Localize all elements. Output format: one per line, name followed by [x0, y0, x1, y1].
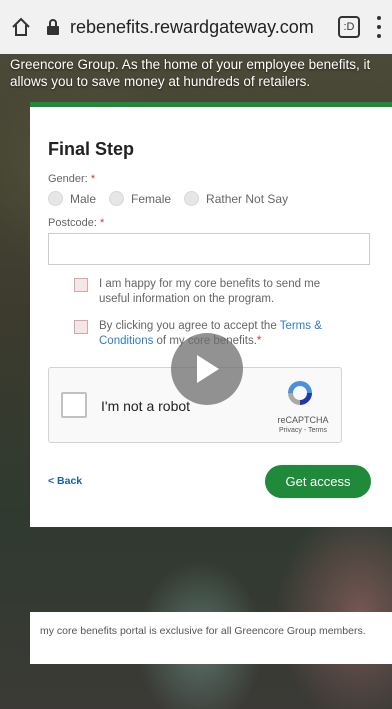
radio-button[interactable] — [48, 191, 63, 206]
recaptcha-label: I'm not a robot — [101, 398, 191, 414]
gender-label: Gender: * — [48, 173, 95, 185]
video-play-button[interactable] — [171, 333, 243, 405]
lock-icon — [47, 19, 59, 35]
info-opt-in-text: I am happy for my core benefits to send … — [99, 278, 321, 305]
more-menu-icon[interactable] — [376, 16, 382, 38]
page-title: Final Step — [48, 139, 135, 159]
terms-prefix: By clicking you agree to accept the — [99, 320, 280, 332]
radio-button[interactable] — [109, 191, 125, 206]
radio-female[interactable]: Female — [109, 191, 171, 206]
radio-label: Female — [131, 191, 172, 206]
info-opt-in-checkbox[interactable] — [74, 278, 88, 292]
recaptcha-privacy-links[interactable]: Privacy - Terms — [271, 427, 335, 434]
home-icon[interactable] — [10, 16, 32, 38]
radio-rather-not-say[interactable]: Rather Not Say — [184, 191, 288, 206]
browser-toolbar: rebenefits.rewardgateway.com :D — [0, 0, 392, 54]
required-marker: * — [90, 173, 96, 185]
radio-button[interactable] — [184, 191, 200, 206]
gender-label-text: Gender: — [48, 173, 88, 185]
radio-label: Male — [70, 191, 97, 206]
recaptcha-checkbox[interactable] — [61, 392, 87, 418]
footer-notice: my core benefits portal is exclusive for… — [30, 612, 392, 664]
radio-label: Rather Not Say — [206, 191, 289, 206]
recaptcha-logo-icon — [288, 381, 312, 405]
postcode-label-text: Postcode: — [48, 217, 97, 229]
tabs-icon[interactable]: :D — [338, 16, 360, 38]
back-link[interactable]: < Back — [48, 475, 82, 487]
required-marker: * — [256, 335, 262, 347]
info-opt-in-row: I am happy for my core benefits to send … — [74, 277, 331, 307]
postcode-input[interactable] — [48, 233, 370, 265]
intro-text: Greencore Group. As the home of your emp… — [10, 57, 371, 89]
postcode-label: Postcode: * — [48, 217, 104, 229]
required-marker: * — [99, 217, 105, 229]
play-icon — [197, 355, 219, 383]
address-bar-url[interactable]: rebenefits.rewardgateway.com — [70, 17, 338, 38]
recaptcha-brand: reCAPTCHA — [277, 415, 329, 425]
gender-radio-group: Male Female Rather Not Say — [48, 191, 301, 206]
terms-checkbox[interactable] — [74, 320, 88, 334]
get-access-button[interactable]: Get access — [265, 465, 371, 498]
final-step-card: Final Step Gender: * Male Female Rather … — [30, 107, 392, 527]
radio-male[interactable]: Male — [48, 191, 96, 206]
